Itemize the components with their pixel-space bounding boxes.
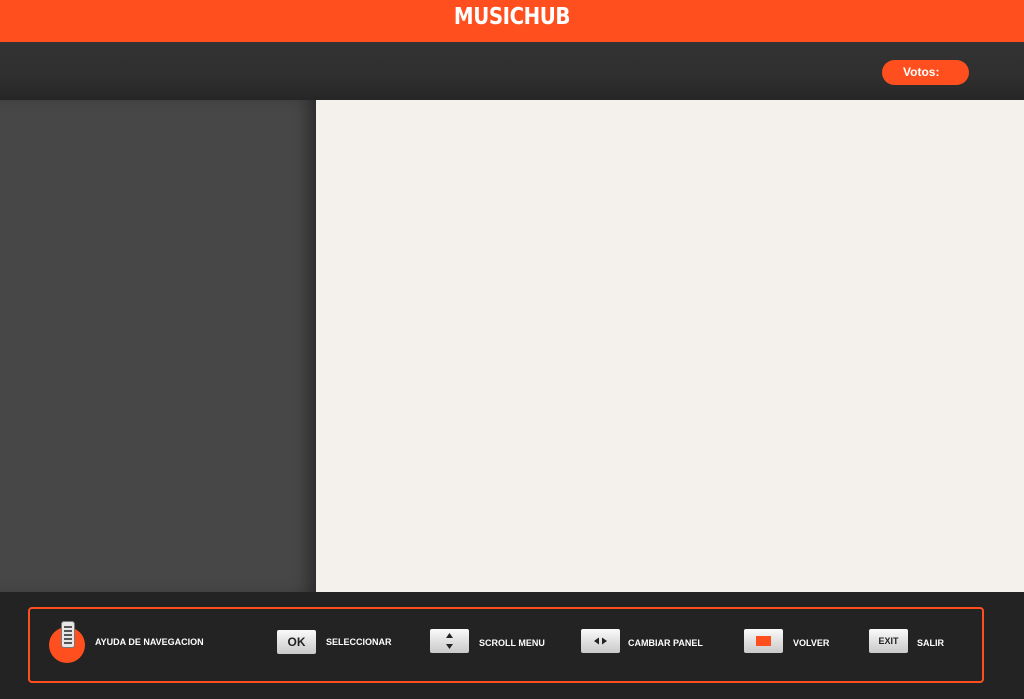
up-down-arrows-icon <box>430 629 469 653</box>
exit-label: SALIR <box>917 638 944 648</box>
left-right-arrows-icon <box>581 629 620 653</box>
menu-panel[interactable] <box>0 100 316 592</box>
votes-badge: Votos: <box>882 60 969 85</box>
change-panel-label: CAMBIAR PANEL <box>628 638 703 648</box>
logo: MUSICHUB <box>453 4 571 30</box>
select-label: SELECCIONAR <box>326 637 392 647</box>
red-button-icon <box>744 629 783 653</box>
content-panel[interactable] <box>316 100 1024 592</box>
help-title: AYUDA DE NAVEGACION <box>95 637 204 647</box>
remote-control-icon <box>61 621 75 648</box>
scroll-menu-label: SCROLL MENU <box>479 638 545 648</box>
ok-key: OK <box>277 630 316 654</box>
sub-header-bar <box>0 42 1024 100</box>
back-label: VOLVER <box>793 638 830 648</box>
exit-key: EXIT <box>869 629 908 653</box>
